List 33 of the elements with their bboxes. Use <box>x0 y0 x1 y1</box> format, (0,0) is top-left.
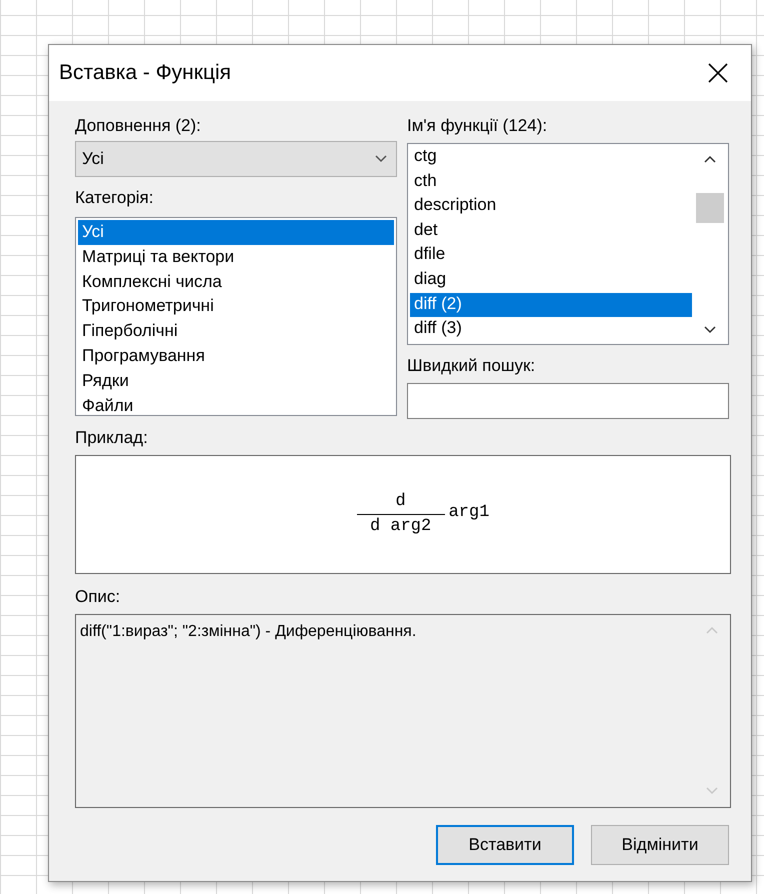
list-item[interactable]: Гіперболічні <box>78 319 394 344</box>
dialog-button[interactable]: Відмінити <box>591 825 729 865</box>
list-item[interactable]: diag <box>410 268 692 293</box>
list-item[interactable]: ctg <box>410 145 692 170</box>
dropdown[interactable]: Усі <box>75 141 397 177</box>
list-item[interactable]: Програмування <box>78 344 394 369</box>
field-label: Ім'я функції (124): <box>407 115 548 137</box>
list-item[interactable]: det <box>410 218 692 244</box>
list-item[interactable]: cth <box>410 170 692 194</box>
description-text: diff("1:вираз"; "2:змінна") - Диференціювання. <box>80 623 416 640</box>
dialog-button[interactable]: Вставити <box>436 825 574 865</box>
field-label: Доповнення (2): <box>75 115 201 137</box>
field-label: Категорія: <box>75 187 154 209</box>
close-icon[interactable] <box>707 62 729 84</box>
field-label: Опис: <box>75 586 122 608</box>
list-item[interactable]: description <box>410 194 692 219</box>
formula-text: arg1 <box>448 504 490 522</box>
formula-text: d <box>395 492 406 511</box>
list-item[interactable]: Комплексні числа <box>78 270 394 294</box>
list-item[interactable]: Тригонометричні <box>78 294 394 320</box>
list-item[interactable]: diff (3) <box>410 317 692 342</box>
list-item[interactable]: Рядки <box>78 368 394 394</box>
list-item[interactable]: Усі <box>78 220 394 245</box>
window-title: Вставка - Функція <box>59 61 232 85</box>
search-field[interactable] <box>407 383 729 419</box>
field-label: Швидкий пошук: <box>407 355 536 377</box>
formula-text: d arg2 <box>370 518 432 536</box>
list-item[interactable]: Матриці та вектори <box>78 244 394 270</box>
list-item[interactable]: diff (2) <box>410 292 692 318</box>
field-label: Приклад: <box>75 427 149 449</box>
scroll-thumb[interactable] <box>696 193 724 223</box>
list-item[interactable]: dfile <box>410 243 692 268</box>
list-item[interactable]: Файли <box>78 394 394 418</box>
